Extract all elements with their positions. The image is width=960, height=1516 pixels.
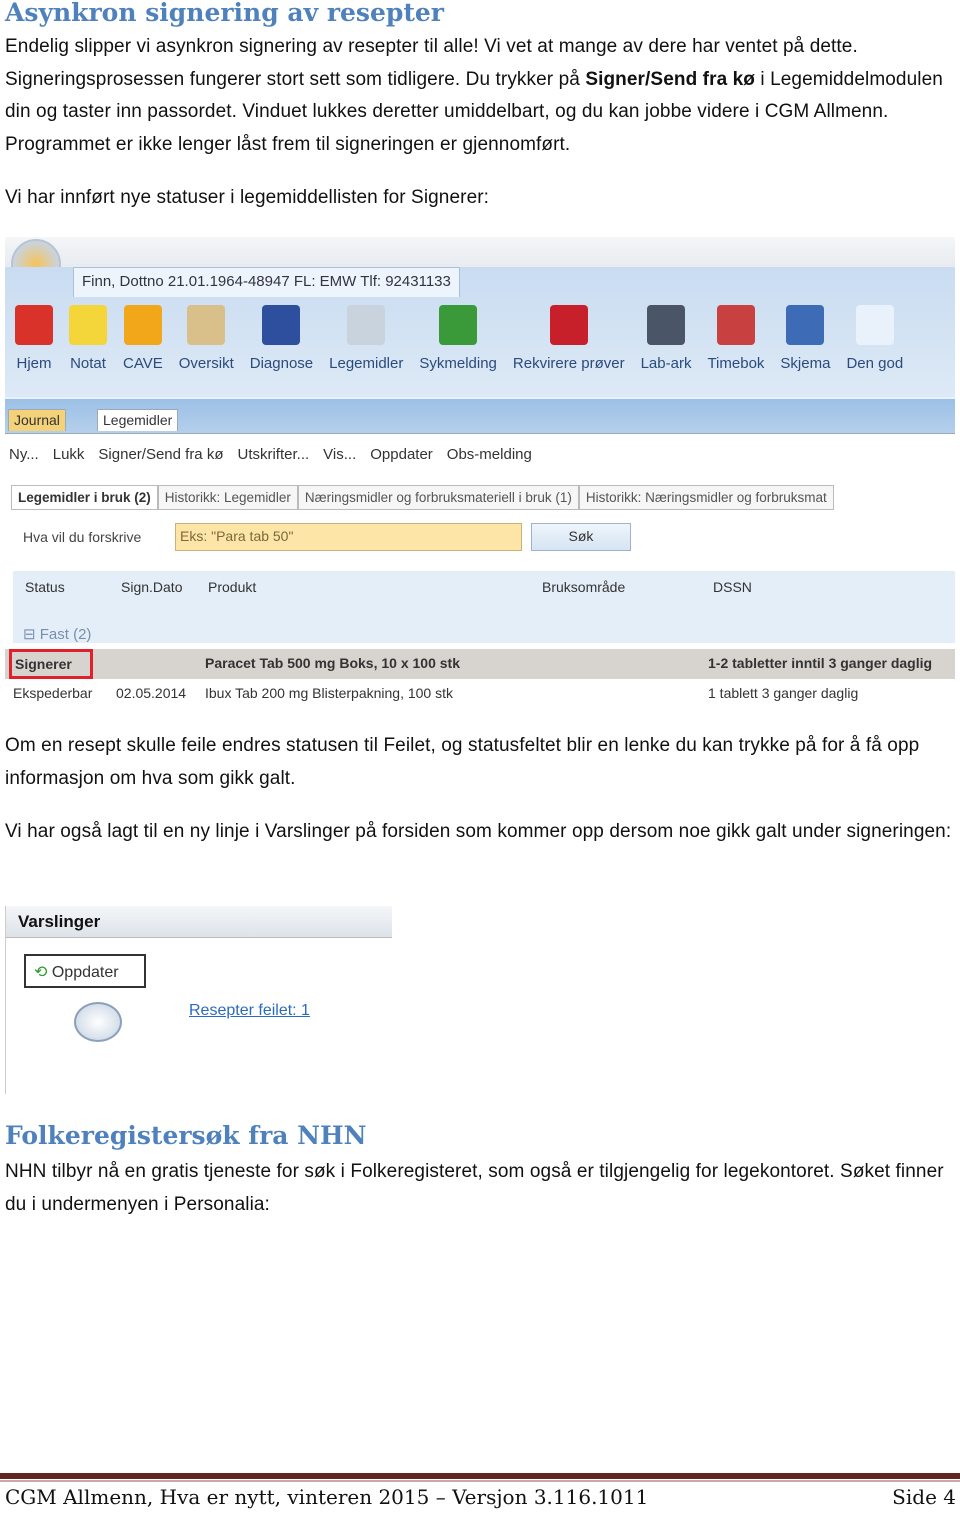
column-header[interactable]: Produkt [208, 579, 256, 595]
ribbon-label: CAVE [123, 355, 163, 372]
bold-text: Signer/Send fra kø [585, 68, 756, 90]
ribbon-label: Lab-ark [640, 355, 692, 372]
ribbon-button-legemidler[interactable]: Legemidler [321, 299, 411, 399]
ribbon-button-timebok[interactable]: Timebok [699, 299, 772, 399]
table-row[interactable]: Signerer Paracet Tab 500 mg Boks, 10 x 1… [5, 649, 955, 679]
ribbon-button-lab-ark[interactable]: Lab-ark [633, 299, 700, 399]
ribbon-button-sykmelding[interactable]: Sykmelding [411, 299, 505, 399]
wheelchair-icon [439, 305, 478, 345]
column-header[interactable]: Sign.Dato [121, 579, 182, 595]
ribbon-button-den-god[interactable]: Den god [838, 299, 911, 399]
paragraph: Om en resept skulle feile endres statuse… [5, 735, 920, 789]
refresh-icon: ⟲ [34, 964, 48, 981]
test-tube-icon [549, 305, 588, 345]
ribbon-toolbar: Hjem Notat CAVE Oversikt Diagnose Legemidler S… [7, 299, 911, 399]
ribbon-label: Rekvirere prøver [512, 355, 625, 372]
pill-icon [347, 305, 386, 345]
page-number: Side 4 [892, 1485, 956, 1509]
refresh-button[interactable]: ⟲ Oppdater [24, 954, 146, 988]
intro-paragraph: Endelig slipper vi asynkron signering av… [5, 31, 955, 161]
subtab[interactable]: Legemidler i bruk (2) [11, 485, 158, 510]
table-row[interactable]: Ekspederbar 02.05.2014 Ibux Tab 200 mg B… [5, 679, 955, 705]
group-fast[interactable]: ⊟ Fast (2) [23, 625, 91, 643]
ribbon-button-cave[interactable]: CAVE [115, 299, 171, 399]
refresh-label: Oppdater [51, 964, 119, 981]
column-header[interactable]: DSSN [713, 579, 752, 595]
home-icon [15, 305, 53, 345]
tab-journal[interactable]: Journal [8, 409, 66, 431]
status: Ekspederbar [13, 685, 93, 701]
dssn: 1 tablett 3 ganger daglig [708, 685, 859, 701]
search-input[interactable]: Eks: "Para tab 50" [175, 523, 522, 551]
note-icon [69, 305, 107, 345]
subtab[interactable]: Næringsmidler og forbruksmateriell i bru… [297, 485, 579, 510]
ribbon-label: Oversikt [178, 355, 234, 372]
toolbar-button[interactable]: Lukk [53, 446, 85, 463]
varslinger-screenshot: Varslinger ⟲ Oppdater Resepter feilet: 1 [5, 906, 392, 1094]
ribbon-button-notat[interactable]: Notat [61, 299, 115, 399]
toolbar-button[interactable]: Signer/Send fra kø [98, 446, 223, 463]
paragraph: Vi har også lagt til en ny linje i Varsl… [5, 821, 952, 842]
patient-tab[interactable]: Finn, Dottno 21.01.1964-48947 FL: EMW Tl… [73, 267, 460, 297]
ribbon-button-skjema[interactable]: Skjema [772, 299, 838, 399]
subtab[interactable]: Historikk: Legemidler [157, 485, 298, 510]
warning-icon [123, 305, 162, 345]
toolbar-button[interactable]: Oppdater [370, 446, 433, 463]
failed-prescriptions-link[interactable]: Resepter feilet: 1 [189, 1002, 310, 1020]
toolbar-button[interactable]: Utskrifter... [237, 446, 309, 463]
icon [855, 305, 894, 345]
search-label: Hva vil du forskrive [23, 529, 142, 545]
ribbon-button-oversikt[interactable]: Oversikt [171, 299, 242, 399]
calendar-icon [716, 305, 755, 345]
section-title: Folkeregistersøk fra NHN [5, 1121, 367, 1150]
ribbon-button-rekvirere-prøver[interactable]: Rekvirere prøver [505, 299, 633, 399]
lab-sheet-icon [647, 305, 686, 345]
ribbon-label: Hjem [16, 355, 52, 372]
stethoscope-icon [262, 305, 301, 345]
footer-text: CGM Allmenn, Hva er nytt, vinteren 2015 … [5, 1485, 649, 1509]
collapse-icon[interactable]: ⊟ [23, 626, 40, 643]
ribbon-label: Den god [846, 355, 904, 372]
paragraph: Vi har innført nye statuser i legemiddel… [5, 187, 490, 208]
varslinger-title: Varslinger [6, 906, 392, 938]
ribbon-button-diagnose[interactable]: Diagnose [242, 299, 321, 399]
search-button[interactable]: Søk [531, 523, 631, 551]
ribbon-label: Legemidler [329, 355, 404, 372]
column-header[interactable]: Bruksområde [542, 579, 625, 595]
ribbon-label: Diagnose [249, 355, 314, 372]
toolbar-button[interactable]: Vis... [323, 446, 356, 463]
app-screenshot: Finn, Dottno 21.01.1964-48947 FL: EMW Tl… [5, 237, 955, 705]
subtab[interactable]: Historikk: Næringsmidler og forbruksmat [578, 485, 834, 510]
column-header[interactable]: Status [25, 579, 65, 595]
form-icon [786, 305, 825, 345]
toolbar-button[interactable]: Ny... [9, 446, 39, 463]
ribbon-button-hjem[interactable]: Hjem [7, 299, 61, 399]
footer-rule [0, 1473, 960, 1479]
product: Ibux Tab 200 mg Blisterpakning, 100 stk [205, 685, 454, 701]
folder-icon [187, 305, 226, 345]
sign-date: 02.05.2014 [116, 685, 187, 701]
ribbon-label: Skjema [780, 355, 831, 372]
tab-legemidler[interactable]: Legemidler [97, 409, 179, 431]
section-title: Asynkron signering av resepter [5, 0, 444, 27]
footer-rule-thin [0, 1480, 960, 1482]
status-signerer[interactable]: Signerer [9, 649, 93, 679]
dssn: 1-2 tabletter inntil 3 ganger daglig [708, 655, 933, 671]
ribbon-label: Notat [70, 355, 106, 372]
ribbon-label: Timebok [707, 355, 765, 372]
product: Paracet Tab 500 mg Boks, 10 x 100 stk [205, 655, 460, 671]
ribbon-label: Sykmelding [419, 355, 497, 372]
toolbar-button[interactable]: Obs-melding [447, 446, 532, 463]
group-label: Fast (2) [39, 626, 92, 643]
pill-icon [74, 1002, 122, 1042]
paragraph: NHN tilbyr nå en gratis tjeneste for søk… [5, 1161, 944, 1215]
